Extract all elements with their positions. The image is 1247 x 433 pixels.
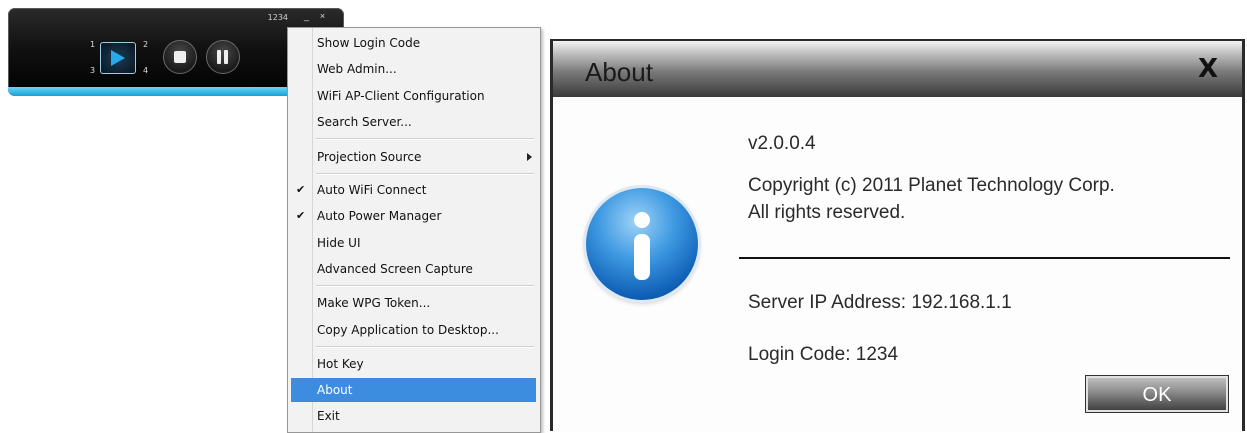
minimize-icon[interactable]: _ — [301, 11, 312, 22]
quadrant-2-label: 2 — [143, 40, 149, 49]
dialog-titlebar: About X — [553, 39, 1242, 97]
pause-button[interactable] — [206, 40, 240, 74]
menu-separator — [316, 138, 534, 140]
menu-item-about[interactable]: About — [291, 378, 536, 402]
copyright-text: Copyright (c) 2011 Planet Technology Cor… — [748, 175, 1115, 196]
server-ip-text: Server IP Address: 192.168.1.1 — [748, 292, 1012, 313]
menu-item-search-server[interactable]: Search Server... — [291, 110, 536, 134]
menu-separator — [316, 173, 534, 175]
checkmark-icon: ✔ — [296, 183, 306, 196]
menu-item-web-admin[interactable]: Web Admin... — [291, 57, 536, 81]
menu-separator — [316, 285, 534, 287]
menu-item-auto-wifi-connect[interactable]: ✔ Auto WiFi Connect — [291, 178, 536, 202]
menu-item-label: Make WPG Token... — [317, 296, 431, 310]
info-icon — [586, 188, 698, 300]
menu-item-label: Advanced Screen Capture — [317, 262, 473, 276]
menu-item-label: Show Login Code — [317, 36, 421, 50]
play-button[interactable] — [100, 42, 136, 74]
about-dialog: About X v2.0.0.4 Copyright (c) 2011 Plan… — [550, 39, 1245, 431]
menu-item-label: Web Admin... — [317, 62, 397, 76]
login-code-text: Login Code: 1234 — [748, 344, 899, 365]
menu-item-show-login-code[interactable]: Show Login Code — [291, 31, 536, 55]
ok-button[interactable]: OK — [1085, 375, 1229, 413]
menu-item-wifi-ap-client[interactable]: WiFi AP-Client Configuration — [291, 84, 536, 108]
menu-item-label: Hide UI — [317, 236, 361, 250]
menu-item-label: About — [317, 383, 353, 397]
menu-item-auto-power-manager[interactable]: ✔ Auto Power Manager — [291, 204, 536, 228]
menu-item-exit[interactable]: Exit — [291, 404, 536, 428]
dialog-title: About — [585, 57, 653, 87]
menu-item-label: Hot Key — [317, 357, 364, 371]
divider — [739, 257, 1230, 259]
menu-item-projection-source[interactable]: Projection Source — [291, 145, 536, 169]
play-icon — [111, 50, 125, 66]
split-screen-control[interactable]: 1 2 3 4 — [80, 34, 160, 82]
quadrant-3-label: 3 — [90, 66, 96, 75]
menu-item-advanced-screen-capture[interactable]: Advanced Screen Capture — [291, 257, 536, 281]
close-icon[interactable]: X — [1198, 54, 1218, 84]
menu-item-label: Copy Application to Desktop... — [317, 323, 499, 337]
menu-item-copy-application[interactable]: Copy Application to Desktop... — [291, 318, 536, 342]
quadrant-1-label: 1 — [90, 40, 96, 49]
menu-separator — [316, 346, 534, 348]
menu-item-hide-ui[interactable]: Hide UI — [291, 231, 536, 255]
context-menu: Show Login Code Web Admin... WiFi AP-Cli… — [287, 27, 541, 433]
quadrant-4-label: 4 — [143, 66, 149, 75]
menu-item-label: Exit — [317, 409, 340, 423]
stop-button[interactable] — [163, 40, 197, 74]
close-icon[interactable]: × — [317, 11, 328, 22]
checkmark-icon: ✔ — [296, 209, 306, 222]
version-text: v2.0.0.4 — [748, 133, 816, 154]
pause-icon — [217, 50, 229, 64]
player-code-label: 1234 — [267, 13, 288, 22]
rights-text: All rights reserved. — [748, 202, 906, 223]
menu-item-label: WiFi AP-Client Configuration — [317, 89, 485, 103]
menu-item-label: Search Server... — [317, 115, 412, 129]
menu-item-hot-key[interactable]: Hot Key — [291, 352, 536, 376]
stop-icon — [174, 51, 186, 63]
menu-item-label: Auto WiFi Connect — [317, 183, 427, 197]
menu-item-make-wpg-token[interactable]: Make WPG Token... — [291, 291, 536, 315]
submenu-arrow-icon — [527, 153, 532, 161]
menu-item-label: Projection Source — [317, 150, 422, 164]
menu-item-label: Auto Power Manager — [317, 209, 442, 223]
